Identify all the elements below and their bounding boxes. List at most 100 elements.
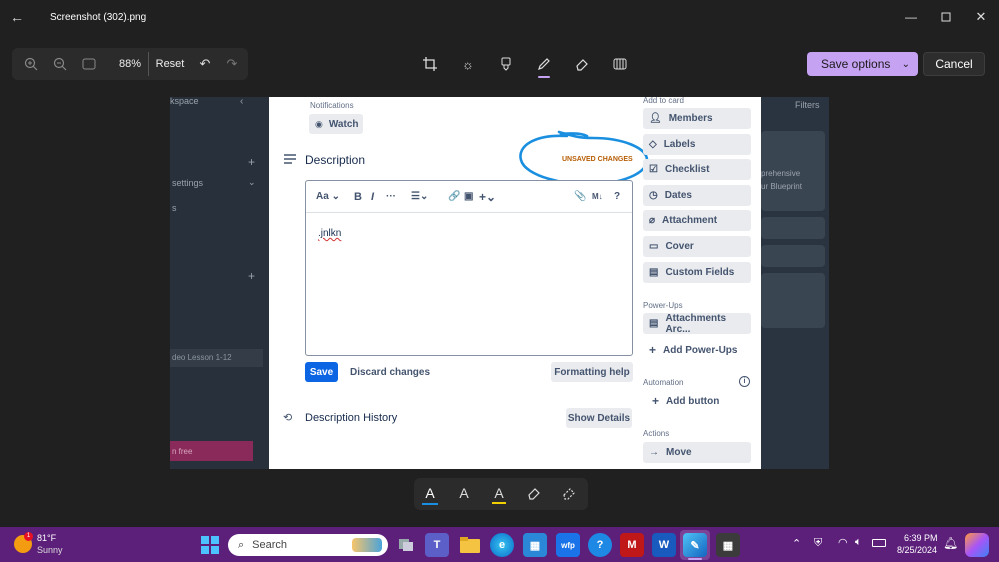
bg-text-blueprint: ur Blueprint (761, 182, 802, 191)
archive-icon: ▤ (649, 318, 659, 329)
move-button[interactable]: → Move (643, 442, 751, 463)
watch-button[interactable]: ◉ Watch (309, 114, 363, 134)
description-editor[interactable]: Aa ⌄ B I ··· ☰⌄ 🔗 ▣ +⌄ 📎 M↓ ? .jnlkn (305, 180, 633, 356)
minimize-icon[interactable]: — (903, 8, 919, 26)
markdown-button[interactable]: M↓ (592, 192, 603, 201)
dates-button[interactable]: ◷ Dates (643, 185, 751, 206)
store-icon[interactable]: ▦ (523, 533, 547, 557)
save-options-button[interactable]: Save options ⌄ (807, 52, 918, 76)
bg-text-lesson: deo Lesson 1-12 (172, 353, 232, 362)
attachment-label: Attachment (662, 215, 718, 226)
person-icon: 👤︎ (649, 113, 662, 124)
editor-text[interactable]: .jnlkn (318, 228, 341, 239)
image-icon[interactable]: ▣ (464, 191, 473, 202)
maximize-icon[interactable] (938, 8, 954, 26)
brightness-icon[interactable]: ☼ (458, 54, 478, 74)
move-label: Move (666, 447, 692, 458)
weather-temp[interactable]: 81°F (37, 533, 56, 543)
back-arrow-icon[interactable]: ← (8, 8, 26, 26)
ballpoint-pen-icon[interactable]: A (420, 483, 440, 503)
custom-fields-button[interactable]: ▤ Custom Fields (643, 262, 751, 283)
tag-icon: ◇ (649, 139, 657, 150)
help-button[interactable]: ? (614, 191, 620, 202)
checklist-label: Checklist (664, 164, 710, 175)
italic-button[interactable]: I (371, 191, 374, 203)
start-icon[interactable] (198, 533, 222, 557)
wifi-icon[interactable]: ◠ (838, 536, 848, 549)
text-style-button[interactable]: Aa ⌄ (316, 191, 340, 202)
add-button-button[interactable]: + Add button (652, 394, 719, 408)
attachments-archive-label: Attachments Arc... (665, 312, 727, 335)
window-title: Screenshot (302).png (50, 12, 147, 23)
edge-icon[interactable]: e (490, 533, 514, 557)
clock-date[interactable]: 8/25/2024 (897, 545, 937, 555)
zoom-out-icon[interactable] (49, 48, 71, 80)
actual-size-icon[interactable] (78, 48, 100, 80)
calculator-icon[interactable]: ▦ (716, 533, 740, 557)
add-to-card-heading: Add to card (643, 97, 684, 105)
discard-changes-button[interactable]: Discard changes (350, 367, 430, 378)
save-button[interactable]: Save (305, 362, 338, 382)
teams-icon[interactable]: T (425, 533, 449, 557)
description-heading: Description (305, 153, 366, 167)
insert-plus-icon[interactable]: +⌄ (479, 190, 496, 204)
erase-icon[interactable] (572, 54, 592, 74)
pencil-icon[interactable]: A (454, 483, 474, 503)
chevron-up-icon[interactable]: ⌃ (792, 537, 801, 550)
undo-icon[interactable]: ↶ (195, 48, 215, 80)
zoom-in-icon[interactable] (20, 48, 42, 80)
task-view-icon[interactable] (394, 533, 418, 557)
add-power-ups-button[interactable]: + Add Power-Ups (649, 343, 737, 357)
mcafee-icon[interactable]: M (620, 533, 644, 557)
chevron-left-icon: ‹ (240, 97, 244, 107)
bg-text-s: s (172, 203, 177, 213)
copilot-icon[interactable] (965, 533, 989, 557)
clock-time[interactable]: 6:39 PM (904, 533, 938, 543)
cancel-button[interactable]: Cancel (923, 52, 985, 76)
more-formatting-button[interactable]: ··· (386, 191, 396, 202)
labels-button[interactable]: ◇ Labels (643, 134, 751, 155)
filter-icon[interactable] (610, 54, 630, 74)
mcafee-wps-icon[interactable]: wfp (556, 533, 580, 557)
battery-icon[interactable] (872, 539, 886, 547)
cover-button[interactable]: ▭ Cover (643, 236, 751, 257)
crop-icon[interactable] (420, 54, 440, 74)
weather-desc[interactable]: Sunny (37, 545, 63, 555)
link-icon[interactable]: 🔗 (448, 191, 460, 202)
attachment-icon[interactable]: 📎 (574, 191, 586, 202)
defender-icon[interactable]: ⛨ (814, 537, 822, 550)
close-icon[interactable]: ✕ (973, 8, 989, 26)
bg-card (761, 273, 825, 328)
editor-toolbar: Aa ⌄ B I ··· ☰⌄ 🔗 ▣ +⌄ 📎 M↓ ? (306, 181, 632, 213)
eraser-icon[interactable] (524, 483, 544, 503)
chevron-down-icon: ⌄ (901, 58, 910, 70)
highlighter-icon[interactable]: A (489, 483, 509, 503)
bold-button[interactable]: B (354, 191, 362, 203)
redo-icon[interactable]: ↷ (222, 48, 242, 80)
plus-icon: + (649, 343, 657, 357)
notification-bell-icon[interactable]: 🔔︎ (943, 536, 958, 550)
help-app-icon[interactable]: ? (588, 533, 612, 557)
file-explorer-icon[interactable] (458, 533, 482, 557)
formatting-help-button[interactable]: Formatting help (551, 362, 633, 382)
members-button[interactable]: 👤︎ Members (643, 108, 751, 129)
photos-icon[interactable]: ✎ (683, 533, 707, 557)
word-icon[interactable]: W (652, 533, 676, 557)
checklist-button[interactable]: ☑ Checklist (643, 159, 751, 180)
attachment-button[interactable]: ⌀ Attachment (643, 210, 751, 231)
draw-icon[interactable] (534, 54, 554, 74)
zoom-toolbar: 88% Reset ↶ ↷ (12, 48, 248, 80)
weather-alert-badge: 1 (24, 532, 33, 541)
clear-ink-icon[interactable] (559, 483, 579, 503)
volume-icon[interactable]: 🔈︎ (855, 536, 862, 549)
show-details-button[interactable]: Show Details (566, 408, 632, 428)
list-icon[interactable]: ☰⌄ (411, 191, 428, 202)
notifications-label: Notifications (310, 101, 354, 110)
text-style-label: Aa (316, 191, 329, 202)
attachments-archive-button[interactable]: ▤ Attachments Arc... (643, 312, 751, 335)
reset-button[interactable]: Reset (154, 48, 186, 80)
plus-icon: + (248, 269, 256, 283)
markup-icon[interactable] (496, 54, 516, 74)
info-icon[interactable]: i (739, 376, 750, 387)
taskbar-search-box[interactable]: ⌕ Search (228, 534, 388, 556)
